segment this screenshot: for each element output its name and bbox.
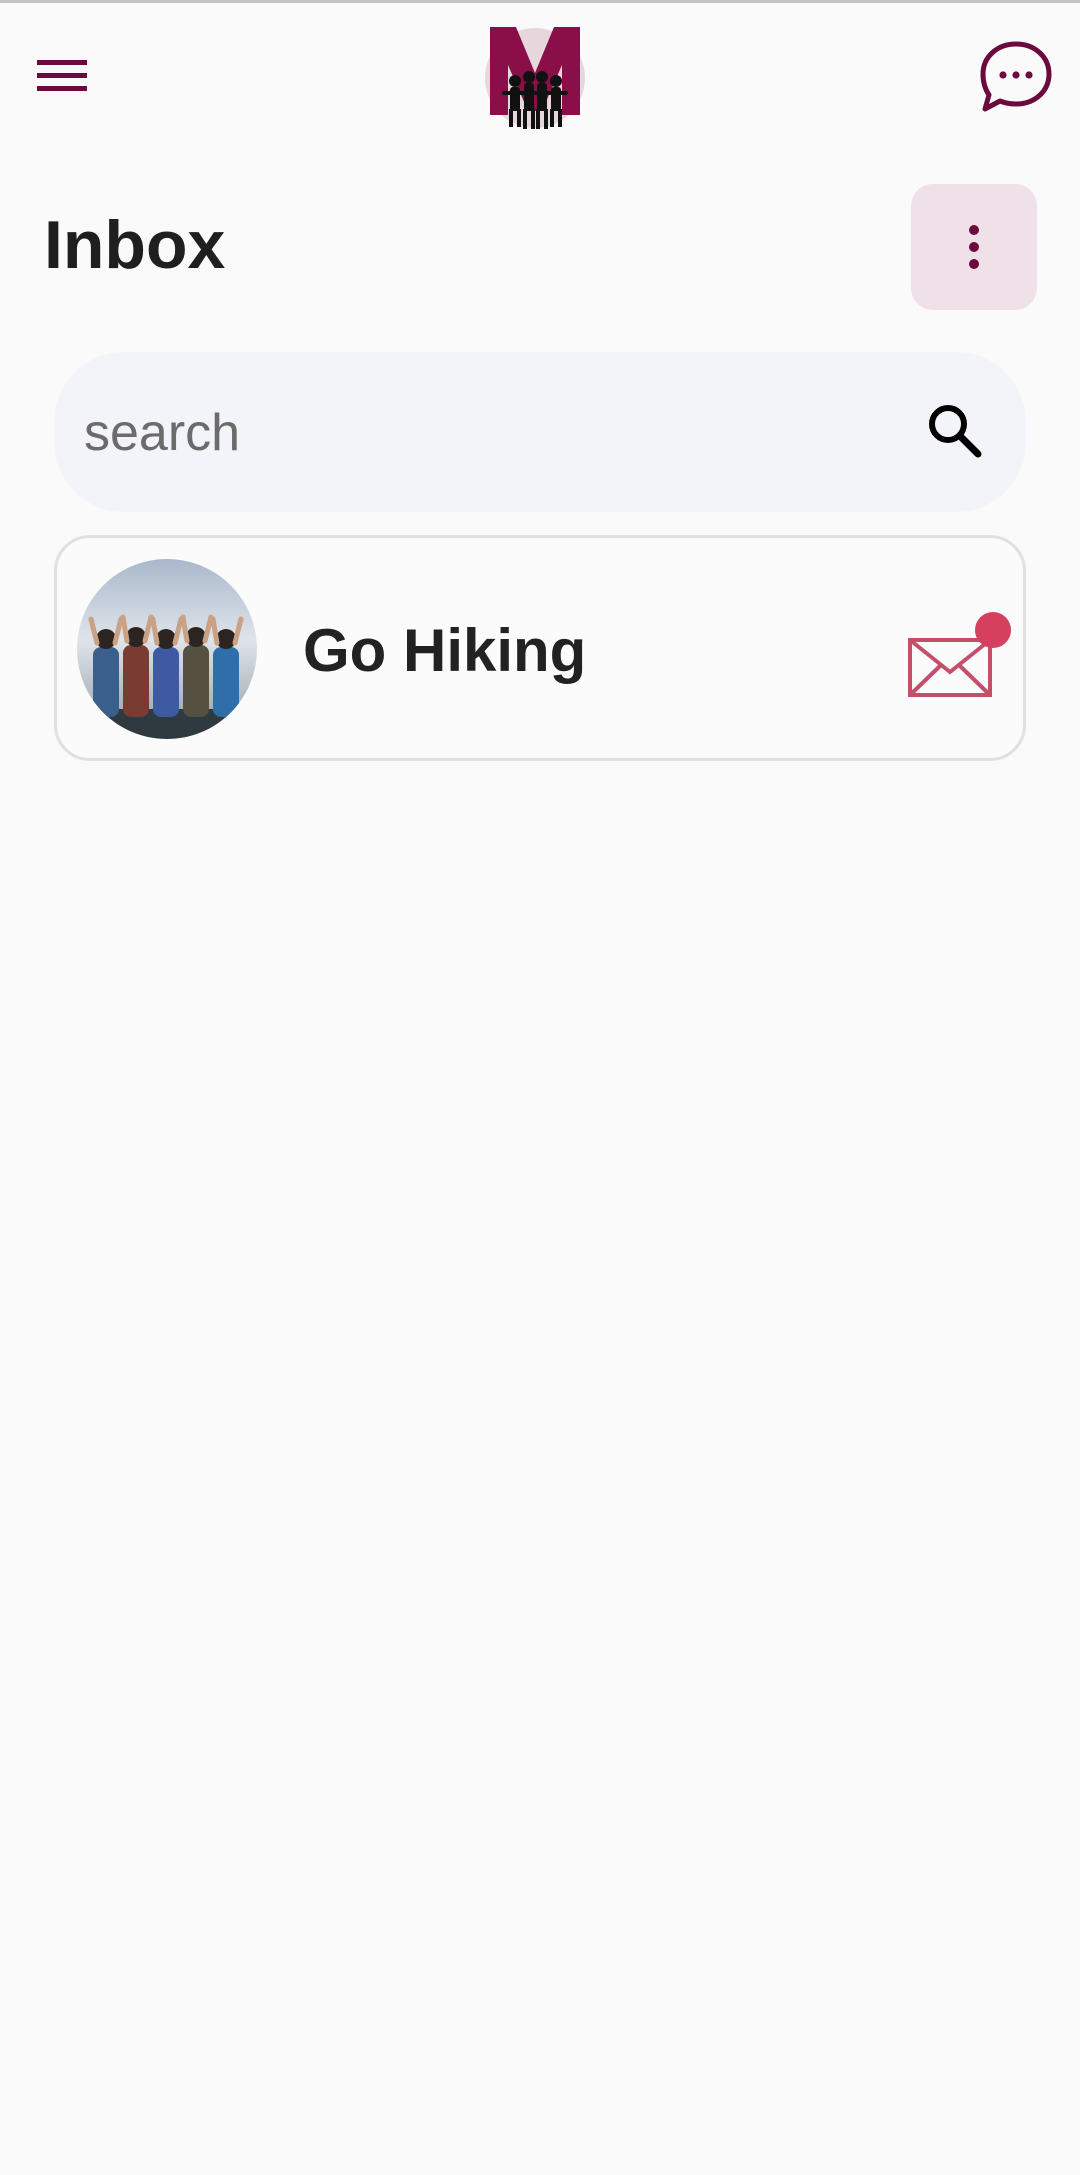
search-input[interactable] <box>82 392 926 474</box>
vertical-dots-icon <box>969 225 979 269</box>
conversation-item[interactable]: Go Hiking <box>54 535 1026 761</box>
chat-button[interactable] <box>975 35 1057 117</box>
page-title: Inbox <box>44 207 226 283</box>
chat-bubble-icon <box>980 41 1052 112</box>
envelope-icon <box>908 612 1011 697</box>
hamburger-menu-icon <box>37 60 87 91</box>
conversation-name: Go Hiking <box>303 617 587 684</box>
search-bar <box>54 352 1026 512</box>
menu-button[interactable] <box>28 41 98 111</box>
more-options-button[interactable] <box>911 184 1037 310</box>
conversation-avatar <box>77 559 257 739</box>
search-icon[interactable] <box>922 398 990 466</box>
unread-dot <box>975 612 1011 648</box>
app-logo: M <box>482 25 588 131</box>
app-bar: M <box>0 3 1080 148</box>
